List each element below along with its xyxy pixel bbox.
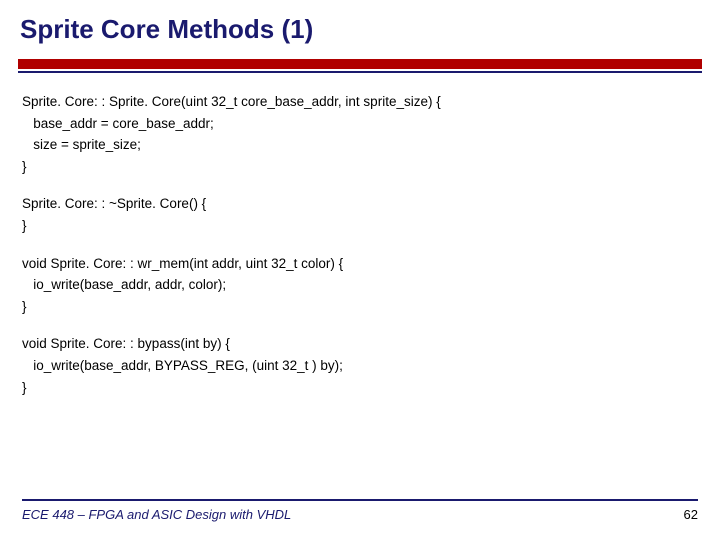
title-rule — [0, 59, 720, 73]
code-block-constructor: Sprite. Core: : Sprite. Core(uint 32_t c… — [22, 91, 698, 177]
code-block-bypass: void Sprite. Core: : bypass(int by) { io… — [22, 333, 698, 398]
code-block-wrmem: void Sprite. Core: : wr_mem(int addr, ui… — [22, 253, 698, 318]
red-bar — [18, 59, 702, 69]
slide-title: Sprite Core Methods (1) — [0, 0, 720, 45]
page-number: 62 — [684, 507, 698, 522]
slide-body: Sprite. Core: : Sprite. Core(uint 32_t c… — [0, 73, 720, 398]
footer-rule — [22, 499, 698, 501]
footer-row: ECE 448 – FPGA and ASIC Design with VHDL… — [22, 507, 698, 522]
code-block-destructor: Sprite. Core: : ~Sprite. Core() { } — [22, 193, 698, 236]
slide: Sprite Core Methods (1) Sprite. Core: : … — [0, 0, 720, 540]
footer-course: ECE 448 – FPGA and ASIC Design with VHDL — [22, 507, 291, 522]
footer: ECE 448 – FPGA and ASIC Design with VHDL… — [22, 499, 698, 522]
